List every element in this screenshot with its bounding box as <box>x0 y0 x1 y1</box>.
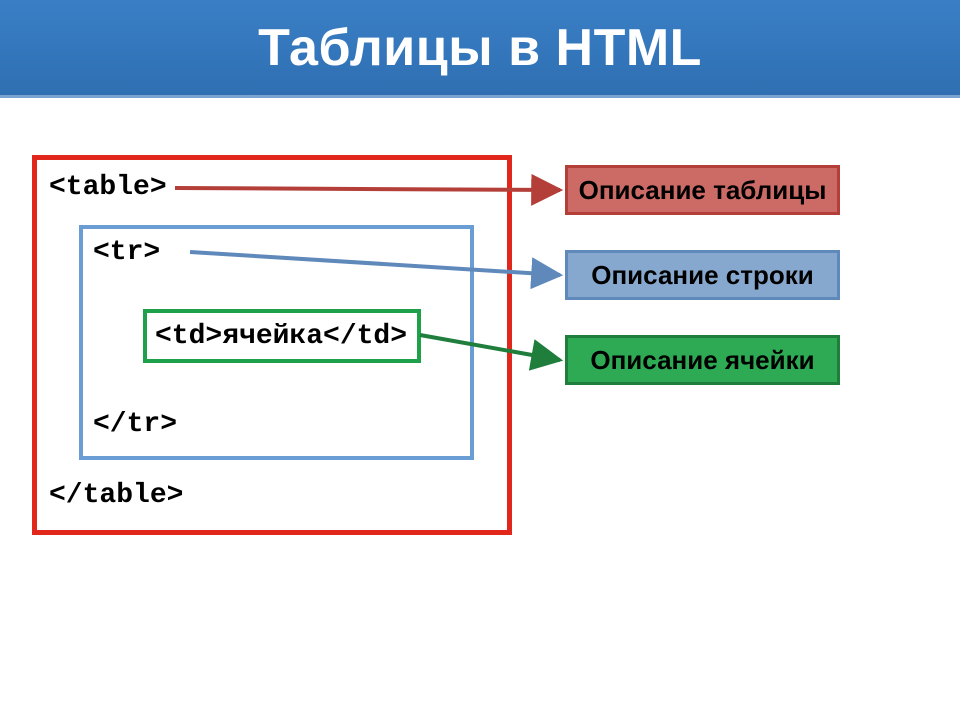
tr-outline-box: <tr> </tr> <td>ячейка</td> <box>79 225 474 460</box>
label-cell-text: Описание ячейки <box>590 345 814 376</box>
tag-tr-open: <tr> <box>93 237 160 268</box>
td-outline-box: <td>ячейка</td> <box>143 309 421 363</box>
tag-table-close: </table> <box>49 480 183 511</box>
tag-table-open: <table> <box>49 172 167 203</box>
tag-tr-close: </tr> <box>93 409 177 440</box>
label-cell: Описание ячейки <box>565 335 840 385</box>
label-table: Описание таблицы <box>565 165 840 215</box>
label-row-text: Описание строки <box>591 260 813 291</box>
page-title: Таблицы в HTML <box>258 18 702 78</box>
table-outline-box: <table> </table> <tr> </tr> <td>ячейка</… <box>32 155 512 535</box>
tag-td-line: <td>ячейка</td> <box>155 321 407 352</box>
label-row: Описание строки <box>565 250 840 300</box>
title-banner: Таблицы в HTML <box>0 0 960 98</box>
label-table-text: Описание таблицы <box>579 175 827 206</box>
